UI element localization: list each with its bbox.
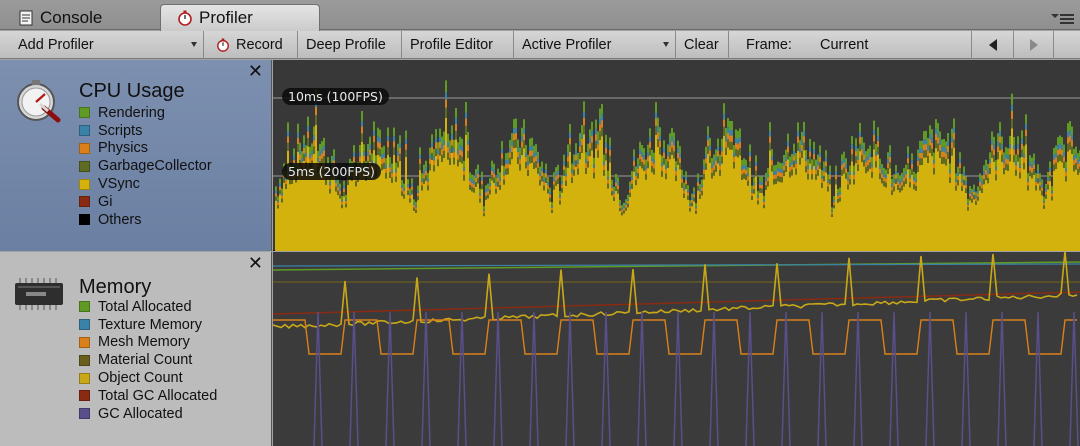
frame-value: Current xyxy=(812,31,972,59)
legend-swatch xyxy=(79,125,90,137)
memory-graph[interactable] xyxy=(273,252,1080,446)
mesh-memory-line xyxy=(273,319,1077,355)
legend-swatch xyxy=(79,372,90,384)
deep-profile-label: Deep Profile xyxy=(306,37,386,53)
legend-label: Material Count xyxy=(98,352,193,369)
legend-label: Gi xyxy=(98,193,113,210)
legend-swatch xyxy=(79,301,90,313)
profile-editor-label: Profile Editor xyxy=(410,37,494,53)
legend-swatch xyxy=(79,390,90,402)
memory-legend: Total Allocated Texture Memory Mesh Memo… xyxy=(79,298,217,423)
legend-item-texture-memory[interactable]: Texture Memory xyxy=(79,316,217,334)
tab-profiler-label: Profiler xyxy=(199,8,253,27)
cpu-stopwatch-icon xyxy=(17,80,61,123)
memory-graph-canvas xyxy=(273,252,1080,446)
arrow-right-icon xyxy=(1029,39,1038,51)
chevron-down-icon xyxy=(191,42,197,47)
legend-swatch xyxy=(79,319,90,331)
cpu-graph-canvas xyxy=(273,80,1080,251)
legend-item-object-count[interactable]: Object Count xyxy=(79,369,217,387)
tab-console[interactable]: Console xyxy=(8,4,160,31)
cpu-legend: Rendering Scripts Physics GarbageCollect… xyxy=(79,104,212,229)
legend-swatch xyxy=(79,107,90,119)
legend-label: Mesh Memory xyxy=(98,334,190,351)
legend-item-scripts[interactable]: Scripts xyxy=(79,122,212,140)
add-profiler-dropdown[interactable]: Add Profiler xyxy=(0,31,204,59)
deep-profile-button[interactable]: Deep Profile xyxy=(298,31,402,59)
legend-label: Total Allocated xyxy=(98,298,192,315)
legend-item-others[interactable]: Others xyxy=(79,211,212,229)
frame-label: Frame: xyxy=(738,31,808,59)
add-profiler-label: Add Profiler xyxy=(18,37,94,53)
legend-item-garbagecollector[interactable]: GarbageCollector xyxy=(79,157,212,175)
legend-item-gi[interactable]: Gi xyxy=(79,193,212,211)
legend-item-mesh-memory[interactable]: Mesh Memory xyxy=(79,334,217,352)
frame-label-text: Frame: xyxy=(746,37,792,53)
cpu-usage-graph[interactable]: 10ms (100FPS) 5ms (200FPS) xyxy=(273,60,1080,251)
legend-swatch xyxy=(79,336,90,348)
clear-label: Clear xyxy=(684,37,719,53)
legend-swatch xyxy=(79,142,90,154)
cpu-bars xyxy=(275,80,1080,251)
previous-frame-button[interactable] xyxy=(972,31,1014,59)
window-tab-bar: Console Profiler xyxy=(0,0,1080,31)
legend-item-physics[interactable]: Physics xyxy=(79,140,212,158)
legend-item-material-count[interactable]: Material Count xyxy=(79,351,217,369)
legend-swatch xyxy=(79,214,90,226)
tab-console-label: Console xyxy=(40,7,103,27)
profile-editor-button[interactable]: Profile Editor xyxy=(402,31,514,59)
clear-button[interactable]: Clear xyxy=(676,31,729,59)
active-profiler-label: Active Profiler xyxy=(522,37,612,53)
legend-label: Others xyxy=(98,211,142,228)
legend-label: GarbageCollector xyxy=(98,158,212,175)
next-frame-button[interactable] xyxy=(1014,31,1054,59)
memory-panel-title: Memory xyxy=(79,276,152,298)
current-frame-button[interactable] xyxy=(1054,31,1080,59)
chevron-down-icon xyxy=(663,42,669,47)
profiler-toolbar: Add Profiler Record Deep Profile Profile… xyxy=(0,31,1080,59)
fps-marker-200: 5ms (200FPS) xyxy=(282,163,381,180)
close-memory-panel-icon[interactable]: ✕ xyxy=(248,254,263,272)
legend-swatch xyxy=(79,408,90,420)
legend-item-gc-allocated[interactable]: GC Allocated xyxy=(79,405,217,423)
legend-label: VSync xyxy=(98,176,140,193)
legend-label: Texture Memory xyxy=(98,316,202,333)
memory-panel[interactable]: ✕ Memory Total Allocated Texture Memory … xyxy=(0,252,272,446)
record-label: Record xyxy=(236,37,283,53)
frame-value-text: Current xyxy=(820,37,869,53)
legend-item-total-gc-allocated[interactable]: Total GC Allocated xyxy=(79,387,217,405)
stopwatch-icon xyxy=(217,38,229,52)
tab-menu-icon[interactable] xyxy=(1051,14,1074,26)
legend-label: GC Allocated xyxy=(98,405,183,422)
tab-profiler[interactable]: Profiler xyxy=(160,4,320,31)
cpu-usage-panel[interactable]: ✕ CPU Usage Rendering Scripts Physics Ga… xyxy=(0,60,272,251)
arrow-left-icon xyxy=(988,39,997,51)
legend-label: Object Count xyxy=(98,370,183,387)
legend-label: Physics xyxy=(98,140,148,157)
legend-item-rendering[interactable]: Rendering xyxy=(79,104,212,122)
memory-chip-icon xyxy=(15,278,63,310)
gc-allocated-spikes xyxy=(313,311,1079,446)
active-profiler-dropdown[interactable]: Active Profiler xyxy=(514,31,676,59)
cpu-panel-title: CPU Usage xyxy=(79,80,185,102)
record-button[interactable]: Record xyxy=(204,31,298,59)
legend-item-vsync[interactable]: VSync xyxy=(79,175,212,193)
legend-label: Total GC Allocated xyxy=(98,387,218,404)
legend-swatch xyxy=(79,178,90,190)
close-cpu-panel-icon[interactable]: ✕ xyxy=(248,62,263,80)
console-icon xyxy=(19,10,33,25)
legend-label: Rendering xyxy=(98,104,165,121)
legend-item-total-allocated[interactable]: Total Allocated xyxy=(79,298,217,316)
legend-label: Scripts xyxy=(98,122,143,139)
legend-swatch xyxy=(79,160,90,172)
legend-swatch xyxy=(79,354,90,366)
stopwatch-icon xyxy=(178,10,192,26)
fps-marker-100: 10ms (100FPS) xyxy=(282,88,389,105)
legend-swatch xyxy=(79,196,90,208)
